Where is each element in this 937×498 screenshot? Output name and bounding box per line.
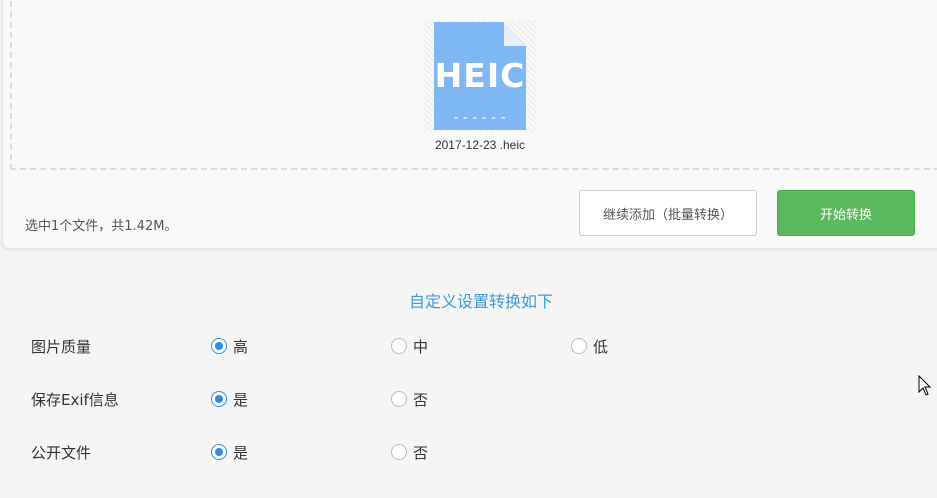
quality-option-medium-label: 中: [413, 337, 429, 356]
file-item[interactable]: HEIC ------ 2017-12-23 .heic: [424, 20, 536, 152]
heic-file-icon: HEIC ------: [424, 20, 536, 132]
radio-checked-icon[interactable]: [211, 338, 227, 354]
exif-option-no-label: 否: [413, 390, 429, 409]
quality-label: 图片质量: [31, 338, 92, 356]
quality-option-high[interactable]: 高: [211, 334, 248, 358]
file-name: 2017-12-23 .heic: [434, 138, 526, 152]
quality-option-low[interactable]: 低: [571, 334, 608, 358]
public-label: 公开文件: [31, 444, 92, 462]
exif-label: 保存Exif信息: [31, 391, 119, 409]
radio-unchecked-icon[interactable]: [391, 338, 407, 354]
quality-option-medium[interactable]: 中: [391, 334, 428, 358]
radio-checked-icon[interactable]: [211, 444, 227, 460]
public-option-yes[interactable]: 是: [211, 440, 248, 464]
public-option-no[interactable]: 否: [391, 440, 428, 464]
public-option-no-label: 否: [413, 443, 429, 462]
radio-unchecked-icon[interactable]: [391, 391, 407, 407]
setting-row-exif: 保存Exif信息 是 否: [0, 387, 937, 411]
radio-checked-icon[interactable]: [211, 391, 227, 407]
start-convert-button[interactable]: 开始转换: [777, 190, 915, 236]
exif-option-no[interactable]: 否: [391, 387, 428, 411]
radio-unchecked-icon[interactable]: [571, 338, 587, 354]
file-dashes: ------: [451, 110, 509, 126]
setting-row-public: 公开文件 是 否: [0, 440, 937, 464]
file-extension-label: HEIC: [434, 56, 526, 95]
quality-option-low-label: 低: [593, 337, 609, 356]
quality-option-high-label: 高: [233, 337, 249, 356]
radio-unchecked-icon[interactable]: [391, 444, 407, 460]
continue-add-button[interactable]: 继续添加（批量转换）: [579, 190, 757, 236]
public-option-yes-label: 是: [233, 443, 249, 462]
selection-summary: 选中1个文件，共1.42M。: [25, 219, 178, 234]
settings-title: 自定义设置转换如下: [408, 292, 553, 311]
exif-option-yes[interactable]: 是: [211, 387, 248, 411]
setting-row-quality: 图片质量 高 中 低: [0, 334, 937, 358]
exif-option-yes-label: 是: [233, 390, 249, 409]
mouse-cursor-icon: [918, 375, 932, 396]
